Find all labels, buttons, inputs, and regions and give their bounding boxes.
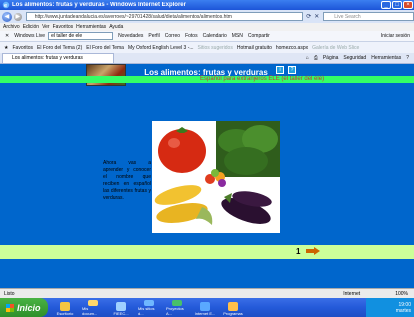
menu-item-archivo[interactable]: Archivo — [3, 24, 20, 30]
live-search-input[interactable]: el taller de ele — [48, 32, 114, 40]
menu-item-ver[interactable]: Ver — [42, 24, 50, 30]
favorites-star-icon[interactable]: ★ — [4, 45, 8, 51]
forward-button[interactable]: ▶ — [13, 12, 22, 21]
status-bar: Listo Internet 100% — [0, 288, 414, 298]
close-toolbar-icon[interactable]: ✕ — [5, 33, 9, 39]
system-tray: 19:00 martes — [366, 298, 414, 317]
print-icon[interactable]: ⎙ — [314, 55, 318, 61]
menu-bar: Archivo Edición Ver Favoritos Herramient… — [0, 23, 414, 31]
clock-day: martes — [395, 307, 411, 314]
favorite-link[interactable]: My Oxford English Level 3 -... — [128, 45, 194, 51]
info-icon[interactable]: i — [276, 66, 284, 74]
command-seguridad[interactable]: Seguridad — [343, 55, 366, 61]
page-number: 1 — [296, 247, 301, 256]
svg-text:e: e — [4, 3, 7, 9]
live-item-fotos[interactable]: Fotos — [185, 33, 198, 39]
taskbar: Inicio Escritorio Mis docum... FIEEC... … — [0, 298, 414, 317]
taskbar-item[interactable]: Internet E... — [194, 300, 216, 316]
maximize-button[interactable]: □ — [392, 1, 402, 9]
signin-link[interactable]: Iniciar sesión — [381, 33, 410, 39]
taskbar-item[interactable]: FIEEC... — [110, 300, 132, 316]
fruit-basket-image — [202, 165, 230, 189]
taskbar-item[interactable]: Mis sitios d... — [138, 299, 160, 316]
command-herramientas[interactable]: Herramientas — [371, 55, 401, 61]
search-input[interactable]: Live Search — [323, 12, 414, 21]
tab-active[interactable]: Los alimentos: frutas y verduras — [2, 53, 114, 63]
help-page-icon[interactable]: ? — [288, 66, 296, 74]
window-title: Los alimentos: frutas y verduras - Windo… — [12, 2, 186, 8]
windows-live-brand: Windows Live — [14, 33, 46, 39]
navigation-band: 1 — [0, 245, 414, 259]
favorites-button[interactable]: Favoritos — [12, 45, 33, 51]
favorite-link[interactable]: Hotmail gratuito — [237, 45, 272, 51]
help-icon[interactable]: ? — [406, 55, 409, 61]
favorite-link[interactable]: El Foro del Tema — [86, 45, 124, 51]
live-item-correo[interactable]: Correo — [165, 33, 180, 39]
menu-item-herramientas[interactable]: Herramientas — [76, 24, 106, 30]
taskbar-item[interactable]: Escritorio — [54, 300, 76, 316]
home-icon[interactable]: ⌂ — [306, 55, 309, 61]
tab-bar: Los alimentos: frutas y verduras ⌂ ⎙ Pág… — [0, 53, 414, 64]
taskbar-item[interactable]: Proyectos A... — [166, 299, 188, 316]
minimize-button[interactable]: _ — [381, 1, 391, 9]
live-item-msn[interactable]: MSN — [232, 33, 243, 39]
status-text: Listo — [4, 290, 15, 297]
live-item-perfil[interactable]: Perfil — [148, 33, 159, 39]
internet-explorer-icon: e — [2, 1, 10, 9]
favorite-link[interactable]: El Foro del Tema (2) — [37, 45, 82, 51]
windows-logo-icon — [6, 303, 14, 312]
start-label: Inicio — [17, 302, 41, 313]
favorite-link[interactable]: Galería de Web Slice — [312, 45, 359, 51]
refresh-icon[interactable]: ⟳ — [306, 13, 311, 20]
address-url[interactable]: http://www.juntadeandalucia.es/averroes/… — [27, 14, 232, 20]
page-content: Los alimentos: frutas y verduras i ? Esp… — [0, 64, 414, 288]
menu-item-ayuda[interactable]: Ayuda — [109, 24, 123, 30]
subtitle-band: Español para extranjeros ELE (el taller … — [0, 76, 414, 83]
next-arrow-icon[interactable] — [306, 247, 320, 255]
command-pagina[interactable]: Página — [323, 55, 339, 61]
menu-item-favoritos[interactable]: Favoritos — [53, 24, 74, 30]
favorite-link[interactable]: Sitios sugeridos — [198, 45, 233, 51]
window-titlebar: e Los alimentos: frutas y verduras - Win… — [0, 0, 414, 10]
favorites-bar: ★ Favoritos El Foro del Tema (2) El Foro… — [0, 42, 414, 53]
taskbar-item[interactable]: Mis docum... — [82, 299, 104, 316]
address-bar[interactable]: http://www.juntadeandalucia.es/averroes/… — [25, 12, 304, 21]
windows-live-toolbar: ✕ Windows Live el taller de ele Novedade… — [0, 31, 414, 42]
page-description: Ahora vas a aprender y conocer el nombre… — [103, 160, 151, 201]
security-zone: Internet — [343, 290, 361, 297]
back-button[interactable]: ◀ — [2, 11, 12, 22]
page-subtitle: Español para extranjeros ELE (el taller … — [200, 76, 325, 82]
menu-item-edicion[interactable]: Edición — [23, 24, 39, 30]
close-button[interactable]: × — [403, 1, 413, 9]
start-button[interactable]: Inicio — [0, 298, 48, 317]
command-bar: ⌂ ⎙ Página Seguridad Herramientas ? — [306, 55, 414, 61]
stop-icon[interactable]: ✕ — [314, 13, 319, 20]
vegetables-collage — [152, 121, 280, 233]
live-item-compartir[interactable]: Compartir — [248, 33, 270, 39]
live-item-novedades[interactable]: Novedades — [118, 33, 143, 39]
zoom-level[interactable]: 100% — [395, 291, 408, 297]
favorite-link[interactable]: homezco.aspx — [276, 45, 308, 51]
taskbar-item[interactable]: Programas — [222, 300, 244, 316]
live-item-calendario[interactable]: Calendario — [203, 33, 227, 39]
address-toolbar: ◀ ▶ http://www.juntadeandalucia.es/averr… — [0, 10, 414, 23]
